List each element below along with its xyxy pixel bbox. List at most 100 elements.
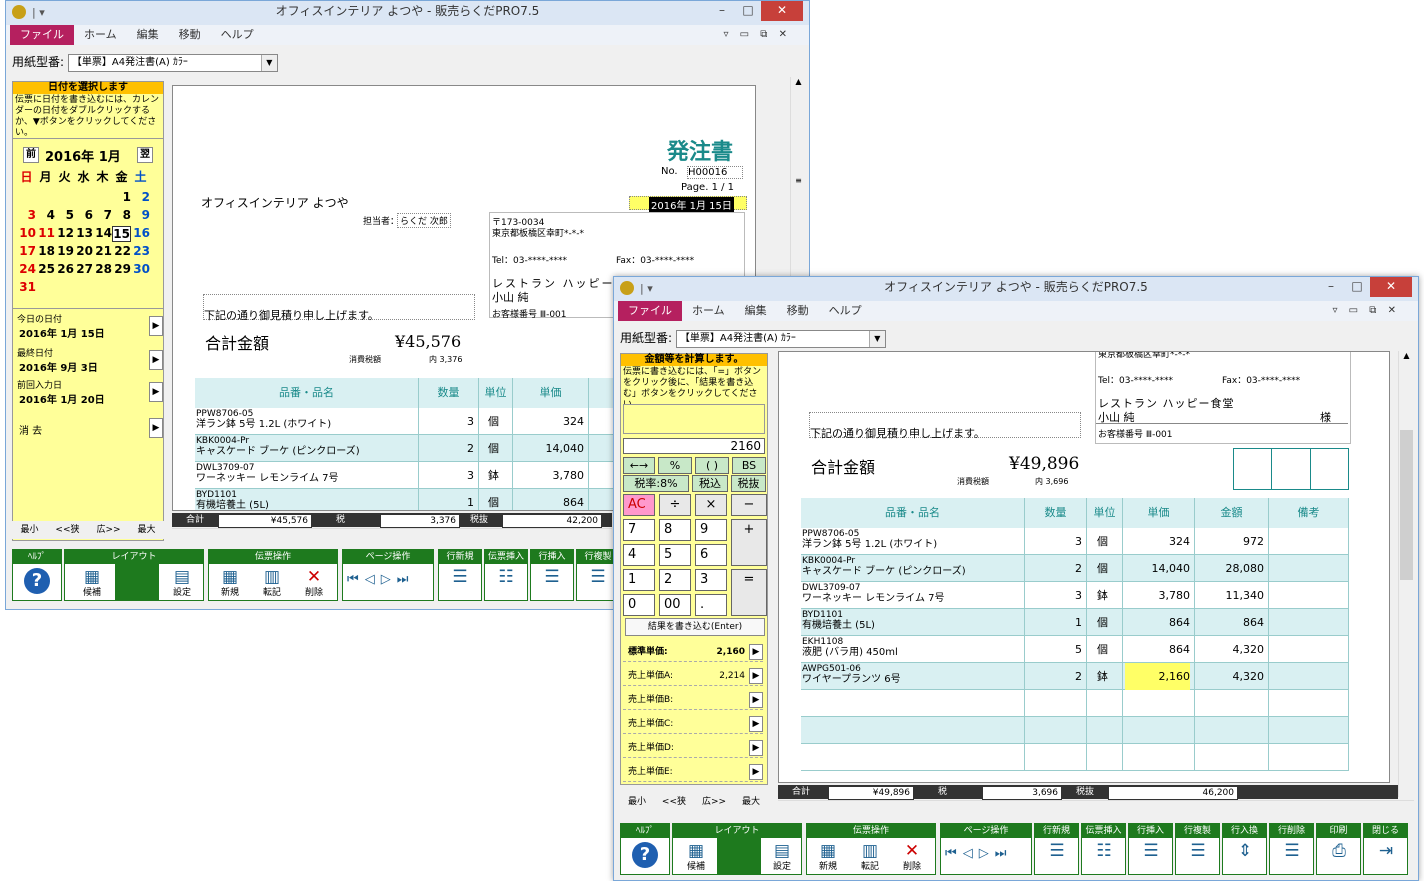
cell-value[interactable]: 鉢 [1087, 582, 1118, 609]
calendar-day[interactable]: 3 [17, 208, 36, 222]
price-insert-button[interactable]: ▶ [749, 716, 763, 732]
line-op-button[interactable]: ☰ [1040, 840, 1074, 874]
help-button[interactable]: ? [20, 566, 54, 600]
write-result-button[interactable]: 結果を書き込む(Enter) [625, 618, 765, 636]
cell-value[interactable]: 14,040 [1123, 555, 1191, 582]
calendar-day[interactable]: 13 [74, 226, 93, 240]
calc-key[interactable]: ÷ [659, 494, 691, 516]
tax-excl-button[interactable]: 税抜 [731, 475, 766, 492]
cell-value[interactable]: 324 [513, 408, 584, 435]
settings-button[interactable]: ▤ 設定 [165, 566, 199, 600]
calendar-day[interactable]: 10 [17, 226, 36, 240]
line-op-button[interactable]: ⇕ [1228, 840, 1262, 874]
transfer-button[interactable]: ▥ 転記 [255, 566, 289, 600]
calendar-day[interactable]: 17 [17, 244, 36, 258]
price-insert-button[interactable]: ▶ [749, 644, 763, 660]
zoom-max-button[interactable]: 最大 [137, 521, 155, 539]
settings-button[interactable]: ▤ 設定 [765, 840, 799, 874]
line-insert-button[interactable]: ☰ [535, 566, 569, 600]
cell-value[interactable]: 鉢 [479, 462, 508, 489]
calendar-grid[interactable]: 日月火水木金土 1 2 3 4 5 6 7 8 9 10 11 12 13 14 15 16 17 18 19 20 21… [17, 168, 163, 298]
calendar-day[interactable]: 30 [131, 262, 150, 276]
table-row[interactable]: PPW8706-05 洋ラン鉢 5号 1.2L (ホワイト) 3 個 324 972 [801, 528, 1349, 555]
cell-value[interactable]: 個 [1087, 636, 1118, 663]
calc-key[interactable]: 1 [623, 569, 655, 591]
calc-backspace-button[interactable]: BS [732, 457, 766, 474]
cell-value[interactable]: 14,040 [513, 435, 585, 462]
cell-value[interactable]: 2 [419, 435, 474, 462]
zoom-min-button[interactable]: 最小 [628, 793, 646, 811]
last-date-insert-button[interactable]: ▶ [149, 350, 163, 370]
calc-key[interactable]: 5 [659, 544, 691, 566]
calendar-day[interactable]: 4 [36, 208, 55, 222]
new-button[interactable]: ▦ 新規 [811, 840, 845, 874]
quick-access-icon[interactable]: | ▾ [32, 3, 45, 23]
zoom-max-button[interactable]: 最大 [742, 793, 760, 811]
calc-percent-button[interactable]: % [658, 457, 692, 474]
cell-value[interactable]: 3 [1025, 528, 1082, 555]
price-insert-button[interactable]: ▶ [749, 764, 763, 780]
line-op-button[interactable]: ⎙ [1322, 840, 1356, 874]
calendar-day[interactable]: 21 [93, 244, 112, 258]
calc-key[interactable]: 4 [623, 544, 655, 566]
form-type-select[interactable]: 【単票】A4発注書(A) ｶﾗｰ ▼ [675, 329, 886, 348]
greeting[interactable]: 下記の通り御見積り申し上げます。 [203, 294, 475, 322]
staff-name[interactable]: らくだ 次郎 [397, 213, 451, 228]
menu-file[interactable]: ファイル [618, 301, 682, 321]
calendar-day[interactable]: 23 [131, 244, 150, 258]
menu-file[interactable]: ファイル [10, 25, 74, 45]
calendar-day[interactable]: 26 [55, 262, 74, 276]
cell-value[interactable]: 3 [419, 408, 474, 435]
line-op-button[interactable]: ☰ [1134, 840, 1168, 874]
menu-help[interactable]: ヘルプ [211, 25, 264, 45]
prev-month-button[interactable]: 前 [23, 147, 39, 163]
table-row[interactable]: AWPG501-06 ワイヤープランツ 6号 2 鉢 2,160 4,320 [801, 663, 1349, 690]
today-insert-button[interactable]: ▶ [149, 316, 163, 336]
cell-value[interactable]: 鉢 [1087, 663, 1118, 690]
calc-key[interactable]: 7 [623, 519, 655, 541]
cell-value[interactable]: 2,160 [1125, 663, 1190, 690]
menu-move[interactable]: 移動 [777, 301, 819, 321]
doc-no[interactable]: H00016 [687, 166, 743, 179]
calendar-day[interactable]: 29 [112, 262, 131, 276]
zoom-min-button[interactable]: 最小 [20, 521, 38, 539]
maximize-icon[interactable]: □ [735, 1, 761, 21]
cell-value[interactable]: 864 [1195, 609, 1264, 636]
cell-value[interactable]: 3 [419, 462, 474, 489]
cell-value[interactable]: 個 [479, 489, 508, 510]
table-row[interactable] [801, 744, 1349, 771]
horizontal-scrollbar[interactable] [778, 800, 1414, 814]
cell-value[interactable]: 2 [1025, 555, 1082, 582]
tax-incl-button[interactable]: 税込 [692, 475, 728, 492]
cell-value[interactable]: 個 [479, 408, 508, 435]
minimize-icon[interactable]: – [709, 1, 735, 21]
mdi-controls[interactable]: ▿ ▭ ⧉ ✕ [713, 25, 801, 45]
line-op-button[interactable]: ☷ [1087, 840, 1121, 874]
line-op-button[interactable]: ☰ [1275, 840, 1309, 874]
cell-value[interactable]: 1 [419, 489, 474, 510]
calc-key[interactable]: 3 [695, 569, 727, 591]
transfer-button[interactable]: ▥ 転記 [853, 840, 887, 874]
candidate-button[interactable]: ▦ 候補 [75, 566, 109, 600]
zoom-narrow-button[interactable]: <<狭 [662, 793, 686, 811]
cell-value[interactable]: 個 [1087, 528, 1118, 555]
calendar-day[interactable]: 8 [112, 208, 131, 222]
calendar-day[interactable]: 20 [74, 244, 93, 258]
cell-value[interactable]: 5 [1025, 636, 1082, 663]
doc-date[interactable]: 2016年 1月 15日 [649, 197, 734, 212]
cell-value[interactable]: 個 [1087, 555, 1118, 582]
form-type-select[interactable]: 【単票】A4発注書(A) ｶﾗｰ ▼ [67, 53, 278, 72]
minimize-icon[interactable]: – [1318, 277, 1344, 297]
menu-help[interactable]: ヘルプ [819, 301, 872, 321]
cell-value[interactable]: 864 [513, 489, 584, 510]
close-icon[interactable]: ✕ [761, 1, 803, 21]
cell-value[interactable]: 864 [1123, 609, 1190, 636]
prev-input-insert-button[interactable]: ▶ [149, 382, 163, 402]
voucher-insert-button[interactable]: ☷ [489, 566, 523, 600]
calc-key[interactable]: 8 [659, 519, 691, 541]
calc-key[interactable]: 6 [695, 544, 727, 566]
title-bar[interactable]: | ▾ オフィスインテリア よつや - 販売らくだPRO7.5 – □ ✕ [614, 277, 1418, 301]
calendar-day[interactable]: 18 [36, 244, 55, 258]
calc-key[interactable]: 2 [659, 569, 691, 591]
cell-value[interactable]: 324 [1123, 528, 1190, 555]
